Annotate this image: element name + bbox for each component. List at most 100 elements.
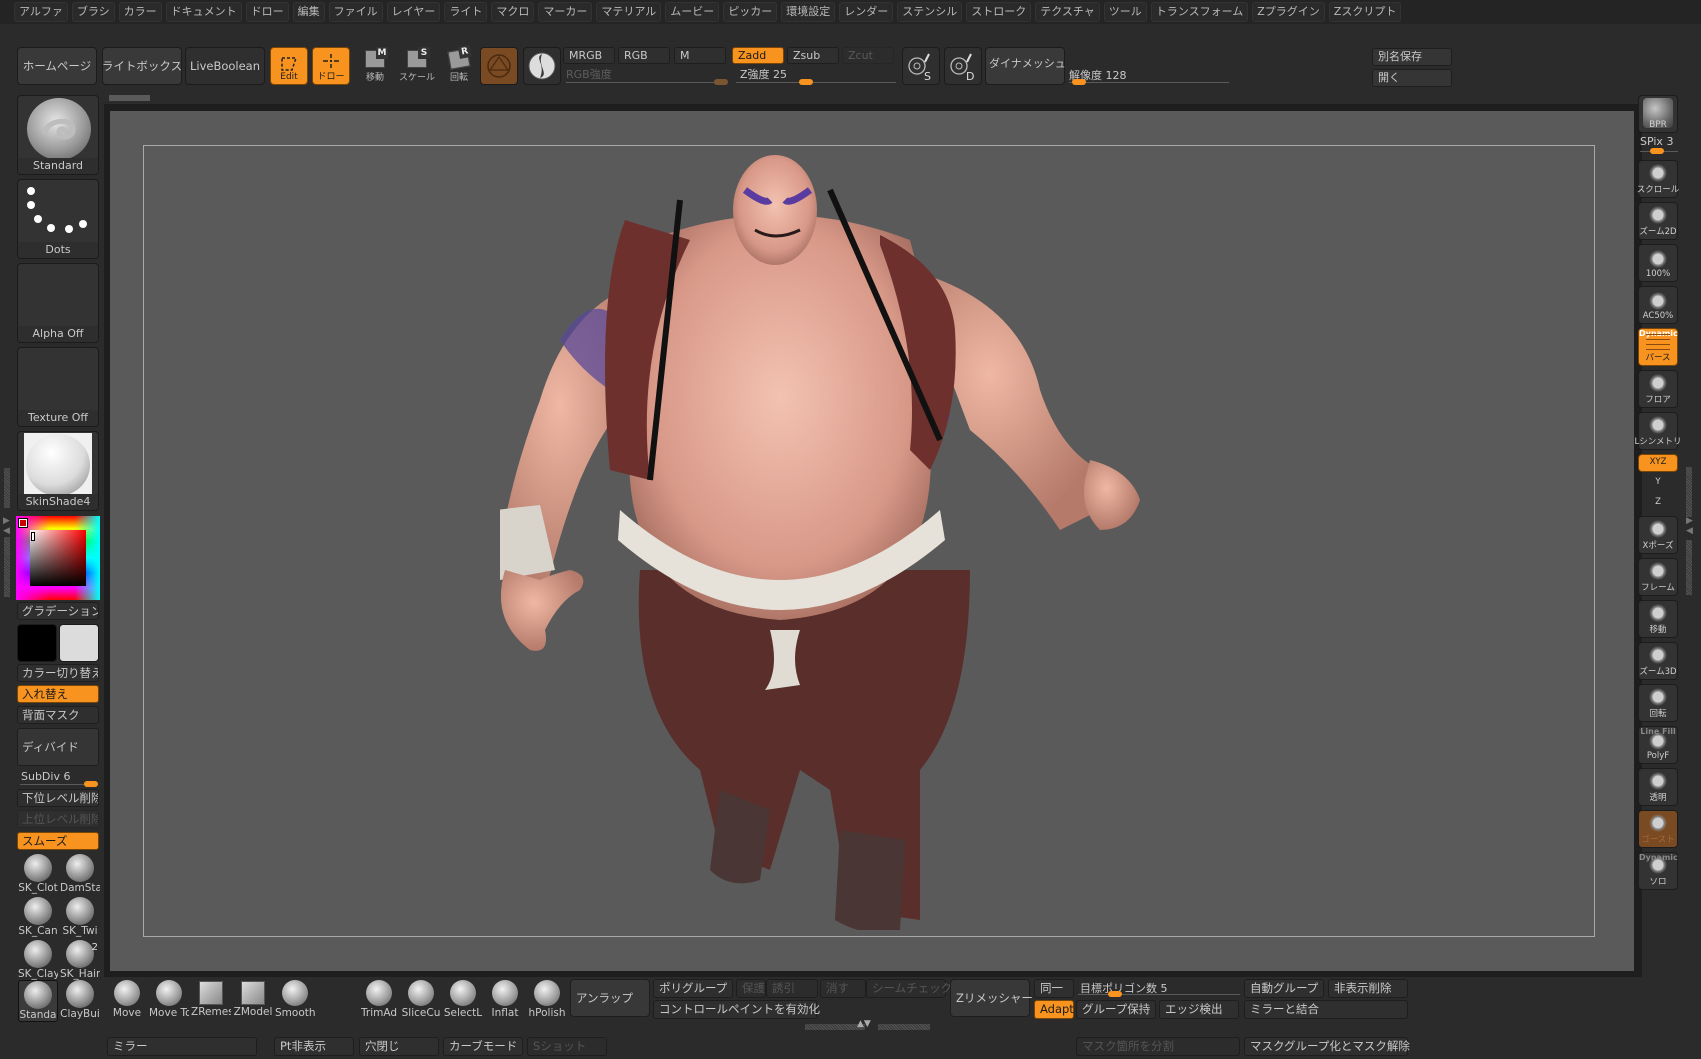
brush-item[interactable]: ClayBui	[60, 980, 100, 1022]
texture-selector[interactable]: Texture Off	[17, 347, 99, 427]
menu-item[interactable]: 環境設定	[781, 2, 836, 22]
menu-item[interactable]: アルファ	[14, 2, 68, 22]
right-shelf-half-size-button[interactable]: AC50%	[1638, 286, 1678, 324]
menu-item[interactable]: ドロー	[245, 2, 289, 22]
hue-cursor[interactable]	[18, 518, 28, 528]
bpr-render-button[interactable]: BPR	[1638, 95, 1678, 133]
move-mode-button[interactable]: M 移動	[356, 47, 394, 85]
menu-item[interactable]: ファイル	[328, 2, 383, 22]
mirror-button[interactable]: ミラー	[107, 1037, 257, 1056]
subdiv-knob[interactable]	[84, 781, 98, 787]
tool-inflat[interactable]: Inflat	[485, 978, 525, 1022]
menu-item[interactable]: ムービー	[665, 2, 720, 22]
menu-item[interactable]: Zプラグイン	[1252, 2, 1325, 22]
right-shelf-frame-button[interactable]: フレーム	[1638, 558, 1678, 596]
right-shelf-rotate-y-button[interactable]: Y	[1638, 474, 1678, 492]
unwrap-button[interactable]: アンラップ	[570, 979, 650, 1017]
m-button[interactable]: M	[674, 47, 726, 64]
document-tab[interactable]	[109, 95, 150, 101]
right-shelf-scroll-button[interactable]: スクロール	[1637, 160, 1679, 198]
enable-control-paint-button[interactable]: コントロールペイントを有効化	[653, 1000, 820, 1019]
zremesher-button[interactable]: Zリメッシャー	[950, 979, 1033, 1017]
erase-button[interactable]: 消す	[820, 979, 866, 998]
menu-item[interactable]: ステンシル	[897, 2, 963, 22]
brush-selector[interactable]: Standard	[17, 95, 99, 175]
tool-slicecu[interactable]: SliceCu	[401, 978, 441, 1022]
sculptris-d-button[interactable]: D	[944, 47, 982, 85]
menu-item[interactable]: ブラシ	[71, 2, 115, 22]
liveboolean-button[interactable]: LiveBoolean	[185, 47, 265, 85]
rgb-intensity-knob[interactable]	[714, 79, 728, 85]
secondary-color-swatch[interactable]	[59, 624, 99, 662]
detect-edges-button[interactable]: エッジ検出	[1159, 1000, 1239, 1019]
menu-item[interactable]: ピッカー	[723, 2, 778, 22]
menu-item[interactable]: ツール	[1103, 2, 1147, 22]
3d-model-character[interactable]	[500, 150, 1200, 930]
sculptris-s-button[interactable]: S	[902, 47, 940, 85]
right-shelf-transparency-button[interactable]: 透明	[1638, 768, 1678, 806]
menu-item[interactable]: レイヤー	[386, 2, 441, 22]
dynamesh-button[interactable]: ダイナメッシュ	[985, 47, 1066, 85]
left-tray-scrollbar-lower[interactable]	[4, 537, 10, 597]
primary-color-swatch[interactable]	[17, 624, 57, 662]
material-swatch-button[interactable]	[480, 47, 518, 85]
rgb-button[interactable]: RGB	[618, 47, 670, 64]
attract-button[interactable]: 誘引	[766, 979, 818, 998]
draw-mode-button[interactable]: ドロー	[312, 47, 350, 85]
saturation-value-square[interactable]	[30, 530, 86, 586]
menu-item[interactable]: カラー	[118, 2, 162, 22]
right-shelf-floor-button[interactable]: フロア	[1638, 370, 1678, 408]
resolution-knob[interactable]	[1072, 79, 1086, 85]
menu-item[interactable]: ライト	[444, 2, 488, 22]
brush-item[interactable]: SK_Clot	[18, 854, 58, 896]
tool-move-to[interactable]: Move To	[149, 978, 189, 1022]
lightbox-button[interactable]: ライトボックス	[102, 47, 182, 85]
right-shelf-local-symmetry-button[interactable]: Lシンメトリ	[1635, 412, 1682, 450]
save-as-button[interactable]: 別名保存	[1372, 48, 1452, 66]
brush-item[interactable]: DamSta	[60, 854, 100, 896]
split-masked-button[interactable]: マスク箇所を分割	[1076, 1037, 1240, 1056]
right-shelf-move-button[interactable]: 移動	[1638, 600, 1678, 638]
left-tray-toggle-icon[interactable]: ▶ ◀	[3, 516, 10, 536]
tool-trimad[interactable]: TrimAd	[359, 978, 399, 1022]
right-shelf-actual-size-button[interactable]: 100%	[1638, 244, 1678, 282]
brush-item[interactable]: SK_Twi	[60, 897, 100, 939]
right-shelf-rotate-xyz-button[interactable]: XYZ	[1638, 454, 1678, 472]
seam-check-button[interactable]: シームチェック	[866, 979, 952, 998]
keep-groups-button[interactable]: グループ保持	[1076, 1000, 1156, 1019]
same-button[interactable]: 同一	[1034, 979, 1074, 998]
s-shot-button[interactable]: Sショット	[527, 1037, 607, 1056]
menu-item[interactable]: マテリアル	[596, 2, 662, 22]
zcut-button[interactable]: Zcut	[842, 47, 894, 64]
close-holes-button[interactable]: 穴閉じ	[359, 1037, 439, 1056]
right-tray-scrollbar[interactable]	[1686, 467, 1692, 517]
brush-item[interactable]: SK_Hair 2	[60, 940, 100, 982]
sculptris-pro-button[interactable]	[523, 47, 561, 85]
right-shelf-solo-button[interactable]: Dynamicソロ	[1638, 852, 1678, 890]
zsub-button[interactable]: Zsub	[787, 47, 839, 64]
stroke-selector[interactable]: Dots	[17, 179, 99, 259]
tool-selectl[interactable]: SelectL	[443, 978, 483, 1022]
mrgb-button[interactable]: MRGB	[563, 47, 615, 64]
rgb-intensity-slider[interactable]	[566, 82, 728, 83]
tool-zremes[interactable]: ZRemes	[191, 978, 231, 1022]
resolution-slider[interactable]	[1069, 82, 1229, 83]
backface-mask-button[interactable]: 背面マスク	[17, 706, 99, 724]
menu-item[interactable]: テクスチャ	[1035, 2, 1100, 22]
right-shelf-zoom3d-button[interactable]: ズーム3D	[1638, 642, 1678, 680]
brush-item[interactable]: SK_Clay	[18, 940, 58, 982]
right-tray-scrollbar-lower[interactable]	[1686, 540, 1692, 595]
group-masked-clear-button[interactable]: マスクグループ化とマスク解除	[1244, 1037, 1410, 1056]
menu-item[interactable]: レンダー	[839, 2, 894, 22]
target-poly-slider[interactable]	[1078, 994, 1240, 995]
alpha-selector[interactable]: Alpha Off	[17, 263, 99, 343]
menu-item[interactable]: マーカー	[538, 2, 593, 22]
color-switch-button[interactable]: カラー切り替え	[17, 664, 99, 682]
scale-mode-button[interactable]: S スケール	[398, 47, 436, 85]
tool-smooth[interactable]: Smooth	[275, 978, 315, 1022]
right-shelf-perspective-button[interactable]: Dynamicパース	[1638, 328, 1678, 366]
adapt-button[interactable]: Adapt	[1034, 1000, 1074, 1019]
divide-button[interactable]: ディバイド	[17, 728, 99, 766]
right-shelf-rotate-button[interactable]: 回転	[1638, 684, 1678, 722]
mirror-weld-button[interactable]: ミラーと結合	[1244, 1000, 1408, 1019]
